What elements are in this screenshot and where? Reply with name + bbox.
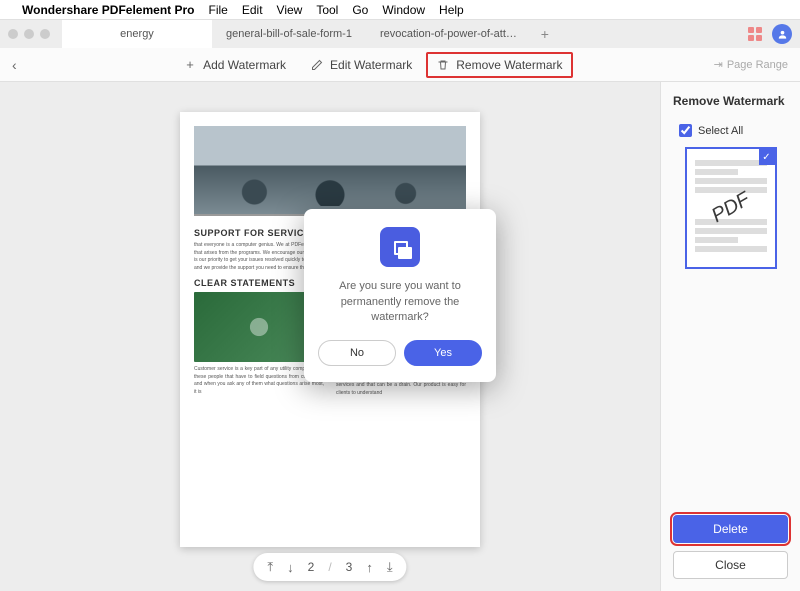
hero-image: [194, 126, 466, 216]
select-all-label: Select All: [698, 125, 743, 137]
close-window-icon[interactable]: [8, 29, 18, 39]
dialog-message: Are you sure you want to permanently rem…: [318, 279, 482, 325]
confirm-dialog: Are you sure you want to permanently rem…: [304, 209, 496, 381]
menu-file[interactable]: File: [209, 3, 228, 17]
plus-icon: +: [183, 58, 197, 72]
page-range-label: Page Range: [727, 59, 788, 71]
select-all-checkbox[interactable]: Select All: [673, 124, 788, 137]
select-all-input[interactable]: [679, 124, 692, 137]
tab-revocation[interactable]: revocation-of-power-of-att…: [366, 20, 531, 48]
total-pages: 3: [346, 560, 353, 574]
maximize-window-icon[interactable]: [40, 29, 50, 39]
menu-help[interactable]: Help: [439, 3, 464, 17]
mac-menubar: Wondershare PDFelement Pro File Edit Vie…: [0, 0, 800, 20]
prev-page-button[interactable]: ↓: [287, 560, 294, 575]
back-button[interactable]: ‹: [12, 57, 32, 73]
panel-title: Remove Watermark: [673, 94, 788, 108]
side-panel: Remove Watermark Select All ✓ PDF Delete…: [660, 82, 800, 591]
pencil-icon: [310, 58, 324, 72]
tab-bill-of-sale[interactable]: general-bill-of-sale-form-1: [212, 20, 366, 48]
next-page-button[interactable]: ↑: [366, 560, 373, 575]
grid-view-icon[interactable]: [748, 27, 762, 41]
check-icon: ✓: [759, 149, 775, 165]
watermark-toolbar: ‹ + Add Watermark Edit Watermark Remove …: [0, 48, 800, 82]
remove-watermark-label: Remove Watermark: [456, 58, 562, 72]
menu-edit[interactable]: Edit: [242, 3, 263, 17]
add-tab-button[interactable]: +: [531, 20, 559, 48]
edit-watermark-button[interactable]: Edit Watermark: [300, 52, 422, 78]
menu-window[interactable]: Window: [382, 3, 425, 17]
app-logo-icon: [380, 227, 420, 267]
edit-watermark-label: Edit Watermark: [330, 58, 412, 72]
current-page[interactable]: 2: [308, 560, 315, 574]
avatar[interactable]: [772, 24, 792, 44]
page-separator: /: [328, 560, 331, 574]
dialog-yes-button[interactable]: Yes: [404, 340, 482, 366]
trash-icon: [436, 58, 450, 72]
dialog-no-button[interactable]: No: [318, 340, 396, 366]
remove-watermark-button[interactable]: Remove Watermark: [426, 52, 572, 78]
page-navigator: ⤒ ↓ 2 / 3 ↑ ⤓: [253, 553, 406, 581]
first-page-button[interactable]: ⤒: [267, 559, 273, 575]
tab-bar: energy general-bill-of-sale-form-1 revoc…: [62, 20, 748, 48]
app-title[interactable]: Wondershare PDFelement Pro: [22, 3, 195, 17]
last-page-button[interactable]: ⤓: [387, 559, 393, 575]
tab-energy[interactable]: energy: [62, 20, 212, 48]
add-watermark-button[interactable]: + Add Watermark: [173, 52, 296, 78]
close-button[interactable]: Close: [673, 551, 788, 579]
minimize-window-icon[interactable]: [24, 29, 34, 39]
menu-tool[interactable]: Tool: [316, 3, 338, 17]
page-range-button[interactable]: ⇥ Page Range: [714, 58, 788, 71]
page-range-icon: ⇥: [714, 58, 723, 71]
window-chrome: energy general-bill-of-sale-form-1 revoc…: [0, 20, 800, 48]
menu-view[interactable]: View: [277, 3, 303, 17]
watermark-thumbnail[interactable]: ✓ PDF: [685, 147, 777, 269]
traffic-lights[interactable]: [8, 29, 50, 39]
delete-button[interactable]: Delete: [673, 515, 788, 543]
menu-go[interactable]: Go: [352, 3, 368, 17]
add-watermark-label: Add Watermark: [203, 58, 286, 72]
user-icon: [777, 29, 788, 40]
